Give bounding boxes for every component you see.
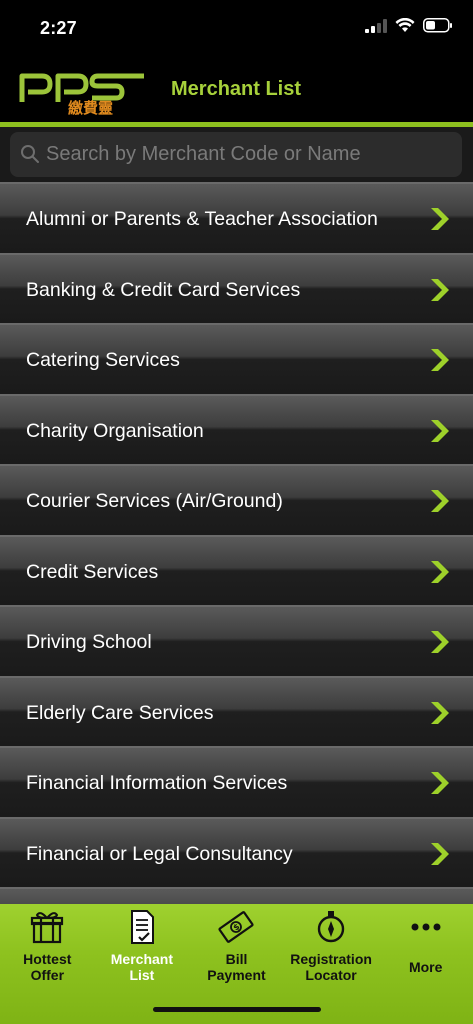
list-item-label: Banking & Credit Card Services (26, 278, 301, 301)
list-item[interactable]: Charity Organisation (0, 393, 473, 464)
tab-registration-locator[interactable]: Registration Locator (284, 904, 379, 996)
gift-icon (31, 912, 64, 944)
bill-icon: $ (218, 911, 255, 943)
tab-merchant-list[interactable]: Merchant List (95, 904, 190, 996)
tab-label: More (408, 959, 443, 975)
list-item[interactable]: Financial Information Services (0, 746, 473, 817)
chevron-right-icon (431, 349, 449, 371)
list-item[interactable]: Catering Services (0, 323, 473, 394)
status-time: 2:27 (40, 18, 77, 38)
list-item-label: Driving School (26, 631, 152, 653)
list-item[interactable]: Driving School (0, 605, 473, 676)
list-item-label: Charity Organisation (26, 419, 204, 442)
list-item[interactable]: Elderly Care Services (0, 675, 473, 746)
tab-bar: Hottest Offer Merchant List $ Bill Payme… (0, 904, 473, 1024)
wifi-icon (395, 18, 415, 32)
tab-label: Registration Locator (290, 951, 372, 983)
list-item-label: Elderly Care Services (26, 701, 214, 724)
status-bar: 2:27 (0, 0, 473, 58)
compass-icon (317, 911, 345, 943)
chevron-right-icon (431, 208, 449, 230)
tab-hottest-offer[interactable]: Hottest Offer (0, 904, 95, 996)
list-item-partial (0, 887, 473, 904)
battery-icon (423, 18, 452, 33)
signal-icon (365, 18, 387, 33)
tab-label: Bill Payment (207, 951, 266, 983)
pps-logo: 繳費靈 (19, 73, 144, 116)
list-item-label: Credit Services (26, 560, 159, 583)
tab-label: Hottest Offer (23, 951, 72, 983)
chevron-right-icon (431, 701, 449, 724)
search-box[interactable] (10, 132, 462, 177)
document-check-icon (130, 910, 154, 944)
chevron-right-icon (431, 490, 449, 512)
search-bar (0, 127, 473, 182)
more-icon (411, 923, 441, 931)
list-item-label: Courier Services (Air/Ground) (26, 490, 283, 512)
svg-text:繳費靈: 繳費靈 (68, 99, 113, 116)
chevron-right-icon (431, 772, 449, 794)
chevron-right-icon (431, 631, 449, 653)
app-header: 繳費靈 Merchant List (0, 58, 473, 122)
list-item[interactable]: Courier Services (Air/Ground) (0, 464, 473, 535)
page-title: Merchant List (171, 78, 302, 100)
list-item[interactable]: Financial or Legal Consultancy (0, 816, 473, 887)
merchant-category-list: Alumni or Parents & Teacher Association … (0, 182, 473, 904)
chevron-right-icon (431, 560, 449, 583)
chevron-right-icon (431, 842, 449, 865)
home-indicator (153, 1007, 321, 1012)
list-item-label: Alumni or Parents & Teacher Association (26, 208, 378, 230)
chevron-right-icon (431, 419, 449, 442)
list-item-label: Catering Services (26, 349, 180, 371)
list-item[interactable]: Alumni or Parents & Teacher Association (0, 182, 473, 253)
tab-label: Merchant List (110, 951, 173, 983)
tab-bill-payment[interactable]: $ Bill Payment (189, 904, 284, 996)
list-item-label: Financial Information Services (26, 772, 288, 794)
status-icons (365, 18, 453, 33)
list-item[interactable]: Banking & Credit Card Services (0, 252, 473, 323)
list-item[interactable]: Credit Services (0, 534, 473, 605)
search-input[interactable] (46, 132, 456, 177)
list-item-label: Financial or Legal Consultancy (26, 842, 293, 865)
chevron-right-icon (431, 278, 449, 301)
search-icon (21, 145, 39, 163)
tab-more[interactable]: More (378, 904, 473, 996)
